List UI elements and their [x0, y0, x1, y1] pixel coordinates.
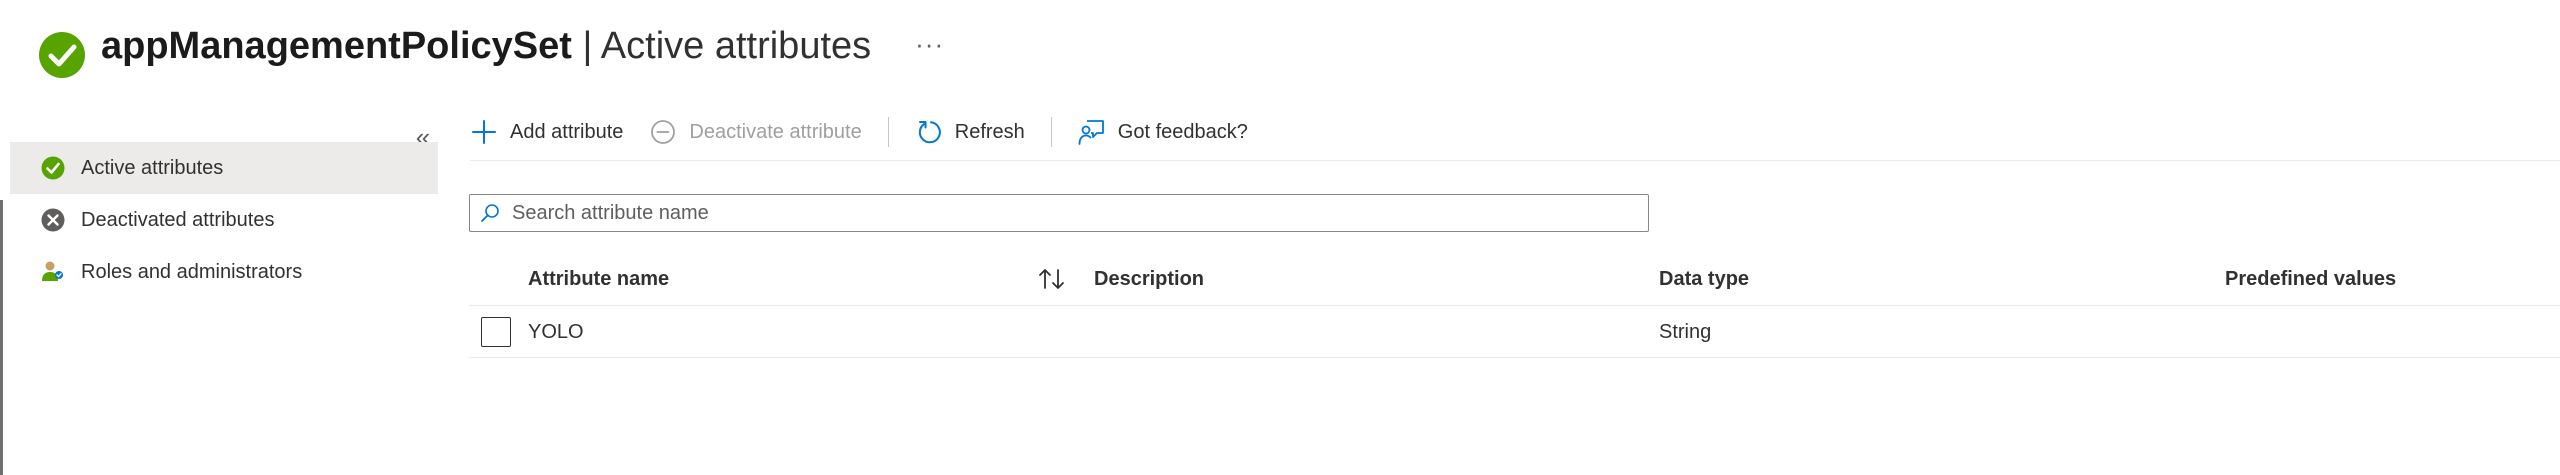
plus-icon: [472, 120, 496, 144]
table-row[interactable]: YOLO String: [469, 306, 2560, 358]
sidebar-item-active-attributes[interactable]: Active attributes: [10, 142, 438, 194]
command-bar: Add attribute Deactivate attribute Refre…: [470, 108, 1274, 156]
search-box[interactable]: [469, 194, 1649, 232]
refresh-icon: [918, 121, 941, 144]
sidebar-item-label: Active attributes: [81, 156, 224, 179]
window-edge: [0, 200, 3, 475]
sort-icon[interactable]: [1037, 266, 1067, 292]
x-circle-icon: [41, 208, 65, 232]
cell-attribute-name: YOLO: [528, 320, 584, 343]
deactivate-attribute-button[interactable]: Deactivate attribute: [649, 118, 862, 146]
search-input[interactable]: [510, 200, 1610, 226]
search-icon: [481, 204, 499, 222]
deactivate-attribute-label: Deactivate attribute: [689, 120, 862, 143]
user-roles-icon: [42, 261, 63, 281]
toolbar-divider-line: [470, 160, 2560, 161]
page-title-section: | Active attributes: [571, 25, 872, 67]
column-header-attribute-name[interactable]: Attribute name: [528, 252, 669, 306]
check-circle-icon: [39, 32, 85, 78]
feedback-button[interactable]: Got feedback?: [1078, 118, 1248, 146]
column-header-data-type: Data type: [1659, 267, 1750, 290]
page-title: appManagementPolicySet | Active attribut…: [101, 27, 871, 65]
add-attribute-label: Add attribute: [510, 120, 624, 143]
attributes-table: Attribute name Description Data type Pre…: [469, 252, 2560, 358]
row-checkbox[interactable]: [481, 317, 511, 347]
toolbar-divider: [887, 117, 889, 147]
page-header: appManagementPolicySet | Active attribut…: [38, 18, 944, 78]
sidebar-item-roles-and-administrators[interactable]: Roles and administrators: [10, 246, 438, 298]
sidebar-item-deactivated-attributes[interactable]: Deactivated attributes: [10, 194, 438, 246]
sidebar-item-label: Roles and administrators: [81, 260, 303, 283]
page-title-resource: appManagementPolicySet: [101, 25, 572, 67]
feedback-label: Got feedback?: [1117, 120, 1248, 143]
refresh-label: Refresh: [954, 120, 1025, 143]
check-circle-icon: [41, 156, 65, 180]
cell-data-type: String: [1659, 320, 1712, 343]
more-options-button[interactable]: ···: [915, 29, 944, 60]
add-attribute-button[interactable]: Add attribute: [470, 118, 623, 146]
table-header: Attribute name Description Data type Pre…: [469, 252, 2560, 306]
column-header-description: Description: [1094, 267, 1205, 290]
column-header-predefined-values: Predefined values: [2225, 267, 2397, 290]
refresh-button[interactable]: Refresh: [915, 118, 1025, 146]
toolbar-divider: [1050, 117, 1052, 147]
minus-circle-icon: [651, 120, 676, 144]
feedback-icon: [1078, 120, 1104, 145]
sidebar-item-label: Deactivated attributes: [81, 208, 275, 231]
sidebar-nav: Active attributes Deactivated attributes…: [10, 142, 438, 298]
